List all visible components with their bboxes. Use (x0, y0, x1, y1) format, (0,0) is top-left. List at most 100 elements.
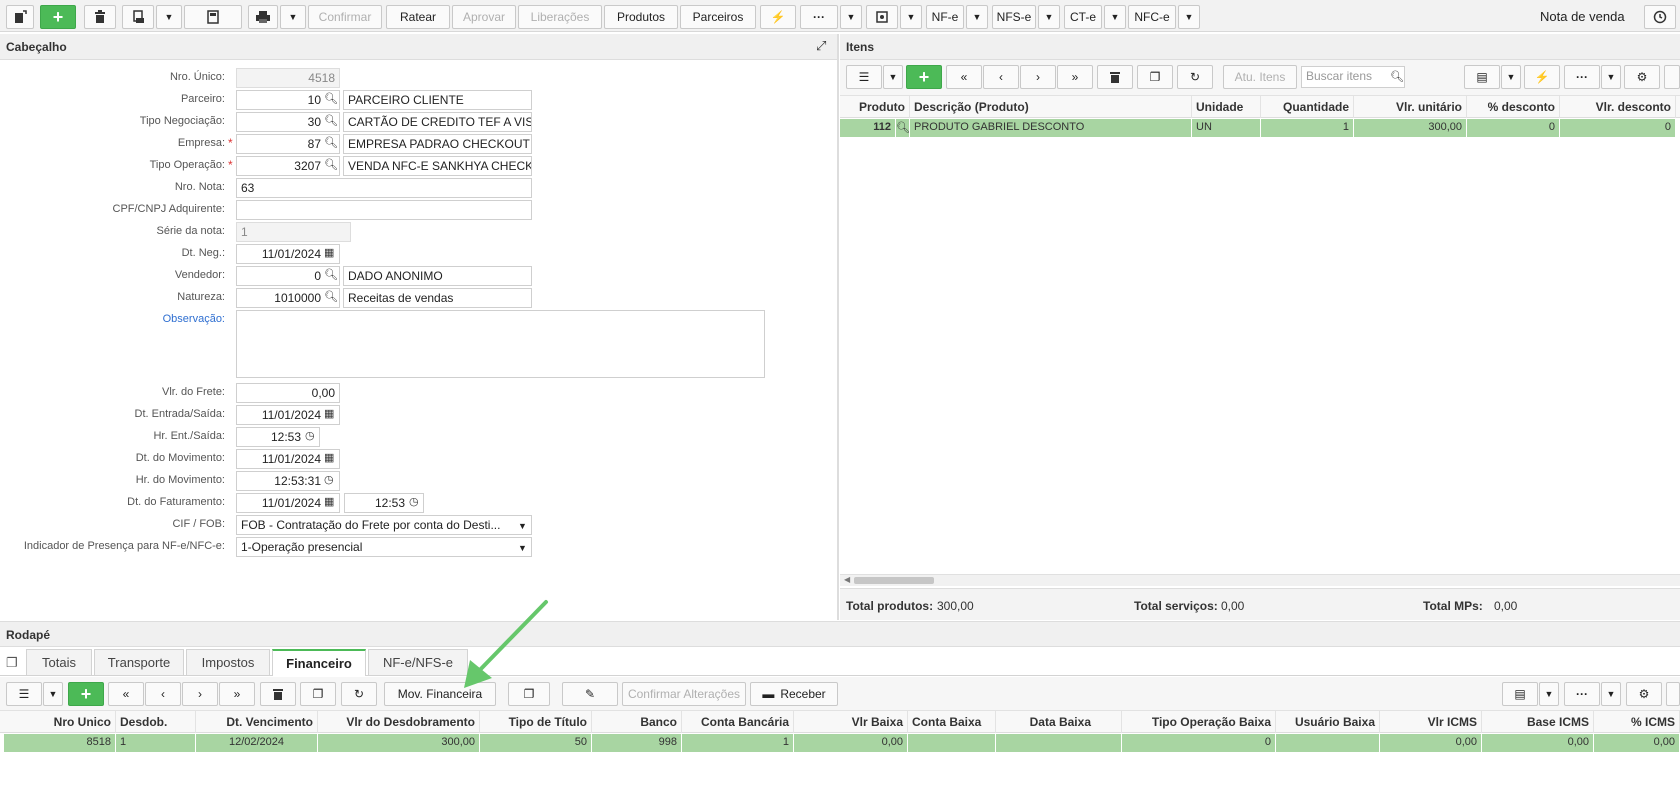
column-header[interactable]: % desconto (1467, 96, 1560, 118)
empresa-search-icon[interactable]: 🔍︎ (324, 136, 338, 149)
nfse-button[interactable]: NFS-e (992, 5, 1036, 29)
export-icon[interactable]: ▤ (1502, 682, 1538, 706)
more-options-button[interactable]: ··· (800, 5, 838, 29)
tab-nfe-nfse[interactable]: NF-e/NFS-e (368, 649, 468, 675)
attachment-icon[interactable] (866, 5, 898, 29)
more-dropdown-button[interactable]: ▼ (1601, 682, 1621, 706)
tab-totais[interactable]: Totais (26, 649, 92, 675)
last-record-icon[interactable]: » (1057, 65, 1093, 89)
next-record-icon[interactable]: › (182, 682, 218, 706)
confirmar-button[interactable]: Confirmar (308, 5, 382, 29)
gear-icon[interactable]: ⚙ (1624, 65, 1660, 89)
previous-record-icon[interactable]: ‹ (145, 682, 181, 706)
add-item-button[interactable]: + (906, 65, 942, 89)
add-button[interactable]: + (40, 5, 76, 29)
cpf-cnpj-field[interactable] (236, 200, 532, 220)
tab-transporte[interactable]: Transporte (94, 649, 184, 675)
nro-nota-field[interactable]: 63 (236, 178, 532, 198)
tipo-operacao-search-icon[interactable]: 🔍︎ (324, 158, 338, 171)
column-header[interactable]: Desdob. (116, 711, 196, 733)
previous-record-icon[interactable]: ‹ (983, 65, 1019, 89)
list-view-dropdown[interactable]: ▼ (43, 682, 63, 706)
refresh-icon[interactable]: ↻ (341, 682, 377, 706)
duplicate-icon[interactable]: ❐ (300, 682, 336, 706)
cif-fob-select[interactable]: FOB - Contratação do Frete por conta do … (236, 515, 532, 535)
nfce-button[interactable]: NFC-e (1128, 5, 1176, 29)
chevron-down-icon[interactable]: ▼ (518, 543, 527, 553)
new-document-icon[interactable] (6, 5, 34, 29)
parceiro-search-icon[interactable]: 🔍︎ (324, 92, 338, 105)
nfe-dropdown-button[interactable]: ▼ (966, 5, 988, 29)
print-dropdown-button[interactable]: ▼ (280, 5, 306, 29)
edit-icon[interactable]: ✎ (562, 682, 618, 706)
nfse-dropdown-button[interactable]: ▼ (1038, 5, 1060, 29)
ratear-button[interactable]: Ratear (386, 5, 450, 29)
delete-icon[interactable] (260, 682, 296, 706)
column-header[interactable]: Tipo de Título (480, 711, 592, 733)
delete-icon[interactable] (84, 5, 116, 29)
first-record-icon[interactable]: « (946, 65, 982, 89)
column-header[interactable]: Quantidade (1261, 96, 1354, 118)
delete-item-icon[interactable] (1097, 65, 1133, 89)
grid-option-button[interactable] (1666, 682, 1680, 706)
search-icon[interactable]: 🔍︎ (1390, 70, 1404, 83)
history-icon[interactable] (1644, 5, 1676, 29)
export-dropdown[interactable]: ▼ (1539, 682, 1559, 706)
column-header[interactable]: % ICMS (1594, 711, 1680, 733)
export-dropdown[interactable]: ▼ (1501, 65, 1521, 89)
duplicate-icon[interactable]: ❐ (1137, 65, 1173, 89)
atu-itens-button[interactable]: Atu. Itens (1223, 65, 1297, 89)
column-header[interactable]: Data Baixa (996, 711, 1122, 733)
clock-icon[interactable]: ◷ (409, 495, 419, 508)
presenca-select[interactable]: 1-Operação presencial (236, 537, 532, 557)
more-dropdown-button[interactable]: ▼ (1601, 65, 1621, 89)
more-options-button[interactable]: ··· (1564, 682, 1600, 706)
column-header[interactable]: Banco (592, 711, 682, 733)
natureza-search-icon[interactable]: 🔍︎ (324, 290, 338, 303)
column-header[interactable]: Vlr. desconto (1560, 96, 1676, 118)
column-header[interactable]: Conta Baixa (908, 711, 996, 733)
confirmar-alteracoes-button[interactable]: Confirmar Alterações (622, 682, 746, 706)
lightning-icon[interactable]: ⚡ (760, 5, 796, 29)
aprovar-button[interactable]: Aprovar (452, 5, 516, 29)
tipo-negociacao-search-icon[interactable]: 🔍︎ (324, 114, 338, 127)
vendedor-search-icon[interactable]: 🔍︎ (324, 268, 338, 281)
column-header[interactable]: Nro Unico (4, 711, 116, 733)
grid-option-button[interactable] (1664, 65, 1680, 89)
print-icon[interactable] (248, 5, 278, 29)
column-header[interactable]: Vlr. unitário (1354, 96, 1467, 118)
tab-financeiro[interactable]: Financeiro (272, 649, 366, 676)
more-options-button[interactable]: ··· (1564, 65, 1600, 89)
first-record-icon[interactable]: « (108, 682, 144, 706)
column-header[interactable]: Conta Bancária (682, 711, 794, 733)
cte-dropdown-button[interactable]: ▼ (1104, 5, 1126, 29)
search-icon[interactable]: 🔍︎ (896, 119, 910, 137)
nfce-dropdown-button[interactable]: ▼ (1178, 5, 1200, 29)
calendar-icon[interactable]: ▦ (324, 451, 334, 464)
vlr-frete-field[interactable]: 0,00 (236, 383, 340, 403)
horizontal-scrollbar[interactable]: ◀ (840, 574, 1680, 586)
copy-document-icon[interactable] (122, 5, 154, 29)
cte-button[interactable]: CT-e (1064, 5, 1102, 29)
list-view-dropdown[interactable]: ▼ (883, 65, 903, 89)
scrollbar-thumb[interactable] (854, 577, 934, 584)
column-header[interactable]: Base ICMS (1482, 711, 1594, 733)
observacao-textarea[interactable] (236, 310, 765, 378)
column-header[interactable]: Tipo Operação Baixa (1122, 711, 1276, 733)
refresh-icon[interactable]: ↻ (1177, 65, 1213, 89)
column-header[interactable]: Dt. Vencimento (196, 711, 318, 733)
observacao-label[interactable]: Observação: (0, 313, 225, 325)
parceiros-button[interactable]: Parceiros (680, 5, 756, 29)
column-header[interactable]: Vlr do Desdobramento (318, 711, 480, 733)
scroll-left-icon[interactable]: ◀ (844, 575, 850, 584)
export-icon[interactable]: ▤ (1464, 65, 1500, 89)
receber-button[interactable]: ▬ Receber (750, 682, 838, 706)
column-header[interactable]: Unidade (1192, 96, 1261, 118)
add-financeiro-button[interactable]: + (68, 682, 104, 706)
liberacoes-button[interactable]: Liberações (518, 5, 602, 29)
column-header[interactable]: Vlr ICMS (1380, 711, 1482, 733)
column-header[interactable]: Usuário Baixa (1276, 711, 1380, 733)
copy-dropdown-button[interactable]: ▼ (156, 5, 182, 29)
panel-divider[interactable] (837, 34, 839, 620)
column-header[interactable]: Descrição (Produto) (910, 96, 1192, 118)
